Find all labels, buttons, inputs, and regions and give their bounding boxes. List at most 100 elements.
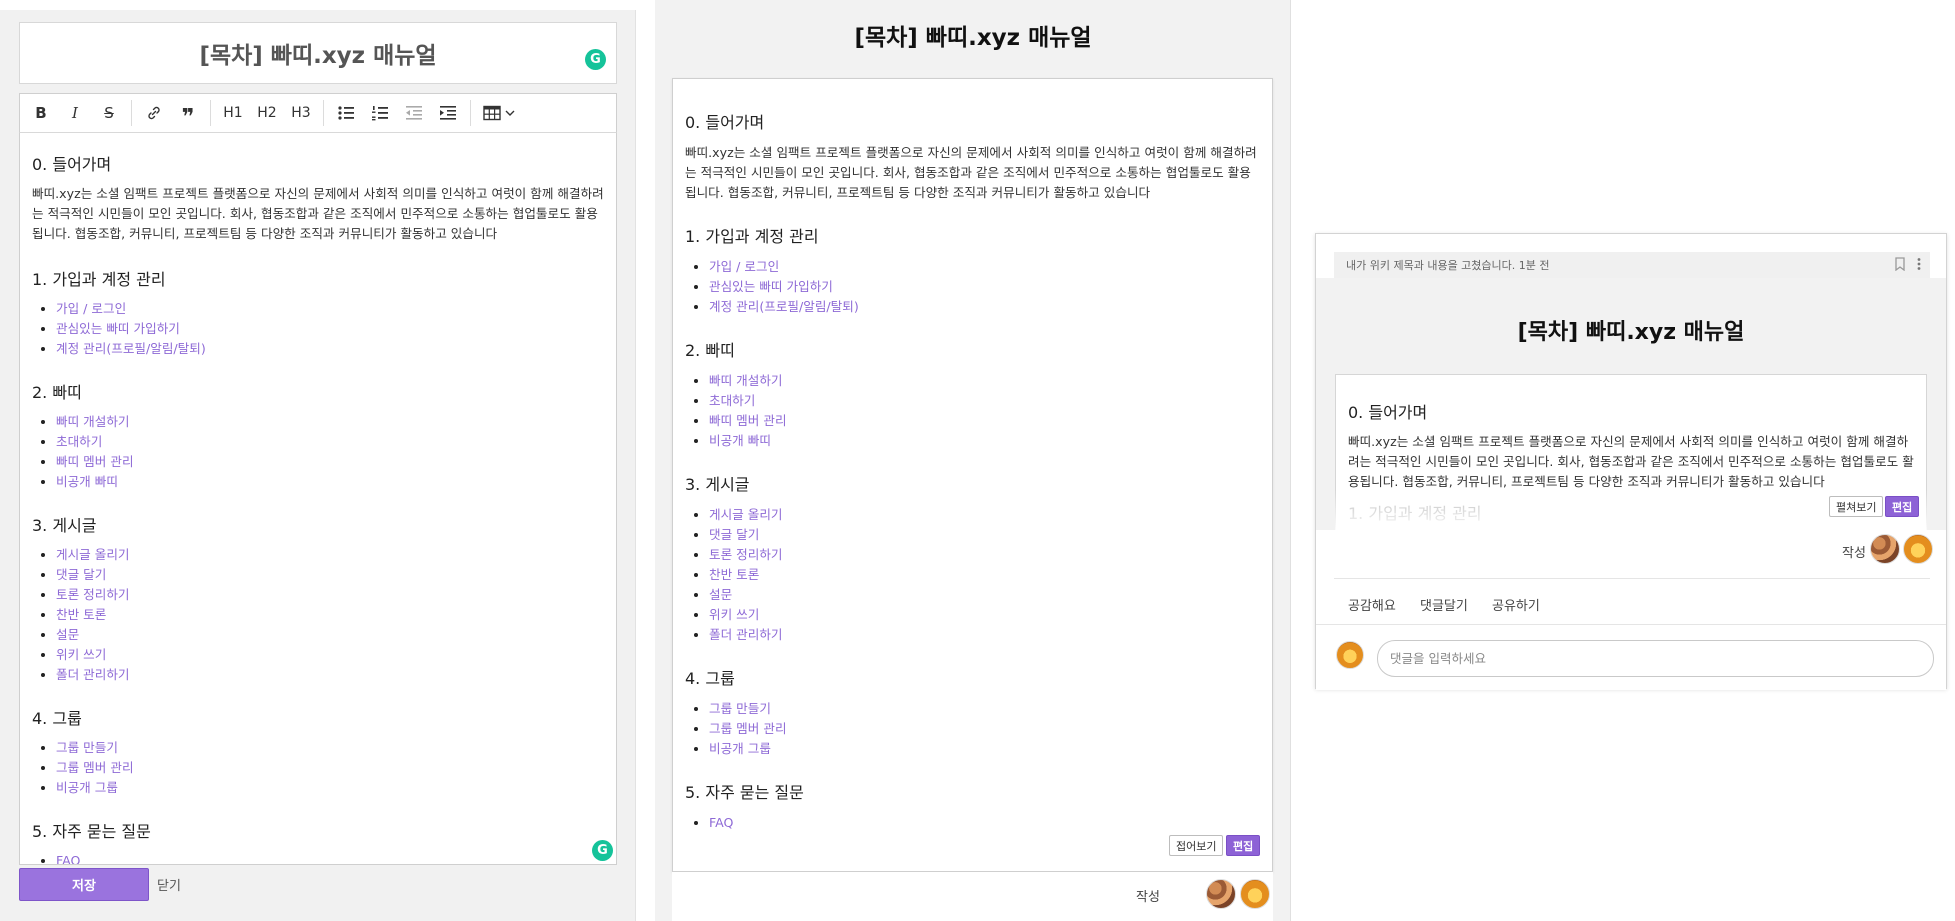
list-item: 비공개 빠띠 — [56, 472, 604, 492]
preview-card: 0. 들어가며 빠띠.xyz는 소셜 임팩트 프로젝트 플랫폼으로 자신의 문제… — [672, 78, 1273, 872]
link-button[interactable] — [137, 98, 171, 128]
section-heading: 2. 빠띠 — [685, 341, 735, 360]
list-item: 관심있는 빠띠 가입하기 — [56, 319, 604, 339]
more-vertical-icon[interactable] — [1916, 257, 1922, 271]
grammarly-icon[interactable]: G — [592, 840, 613, 861]
toc-link[interactable]: 토론 정리하기 — [709, 547, 783, 562]
notice-actions — [1894, 257, 1922, 271]
list-item: 찬반 토론 — [56, 605, 604, 625]
lion-avatar[interactable] — [1903, 534, 1933, 564]
h3-button[interactable]: H3 — [284, 98, 318, 128]
bookmark-icon[interactable] — [1894, 257, 1906, 271]
toc-link[interactable]: 비공개 빠띠 — [709, 433, 771, 448]
list-item: 빠띠 멤버 관리 — [56, 452, 604, 472]
editor-content[interactable]: 0. 들어가며 빠띠.xyz는 소셜 임팩트 프로젝트 플랫폼으로 자신의 문제… — [19, 133, 617, 865]
edit-button[interactable]: 편집 — [1885, 496, 1920, 517]
section-heading: 2. 빠띠 — [32, 383, 82, 402]
toc-link[interactable]: 토론 정리하기 — [56, 587, 130, 602]
list-item: 그룹 멤버 관리 — [709, 719, 1260, 739]
toc-link[interactable]: 찬반 토론 — [709, 567, 759, 582]
h1-button[interactable]: H1 — [216, 98, 250, 128]
toc-link[interactable]: 빠띠 개설하기 — [709, 373, 783, 388]
toc-link[interactable]: FAQ — [709, 815, 733, 830]
toc-link[interactable]: 계정 관리(프로필/알림/탈퇴) — [56, 341, 206, 356]
ordered-list-button[interactable] — [363, 98, 397, 128]
toc-link[interactable]: 초대하기 — [709, 393, 755, 408]
toc-link[interactable]: 초대하기 — [56, 434, 102, 449]
toc-link[interactable]: 빠띠 멤버 관리 — [709, 413, 787, 428]
list-item: 비공개 그룹 — [709, 739, 1260, 759]
preview-document: 0. 들어가며 빠띠.xyz는 소셜 임팩트 프로젝트 플랫폼으로 자신의 문제… — [685, 109, 1260, 833]
intro-heading: 0. 들어가며 — [32, 155, 112, 174]
section-heading: 3. 게시글 — [32, 516, 97, 535]
preview-footer: 작성 — [672, 872, 1273, 921]
toc-link[interactable]: 비공개 그룹 — [56, 780, 118, 795]
toc-link[interactable]: 그룹 만들기 — [56, 740, 118, 755]
toc-link[interactable]: 빠띠 개설하기 — [56, 414, 130, 429]
section-heading: 1. 가입과 계정 관리 — [685, 227, 819, 246]
list-item: 댓글 달기 — [56, 565, 604, 585]
lion-avatar[interactable] — [1240, 879, 1270, 909]
toc-link[interactable]: 그룹 만들기 — [709, 701, 771, 716]
toc-link[interactable]: FAQ — [56, 853, 80, 864]
like-button[interactable]: 공감해요 — [1348, 595, 1396, 614]
edit-button[interactable]: 편집 — [1226, 835, 1261, 856]
save-button[interactable]: 저장 — [19, 868, 149, 901]
toc-link[interactable]: 찬반 토론 — [56, 607, 106, 622]
intro-heading: 0. 들어가며 — [1348, 403, 1428, 422]
toc-link[interactable]: 계정 관리(프로필/알림/탈퇴) — [709, 299, 859, 314]
toolbar-divider — [470, 100, 471, 126]
list-item: 계정 관리(프로필/알림/탈퇴) — [709, 297, 1260, 317]
table-button[interactable] — [476, 98, 522, 128]
close-link[interactable]: 닫기 — [157, 875, 181, 894]
wiki-title: [목차] 빠띠.xyz 매뉴얼 — [1517, 320, 1745, 345]
italic-button[interactable]: I — [58, 98, 92, 128]
list-item: 위키 쓰기 — [56, 645, 604, 665]
section-list: 빠띠 개설하기 초대하기 빠띠 멤버 관리 비공개 빠띠 — [32, 412, 604, 492]
toc-link[interactable]: 관심있는 빠띠 가입하기 — [709, 279, 833, 294]
quote-button[interactable]: ❞ — [171, 98, 205, 130]
toc-link[interactable]: 댓글 달기 — [56, 567, 106, 582]
bullet-list-button[interactable] — [329, 98, 363, 128]
toc-link[interactable]: 빠띠 멤버 관리 — [56, 454, 134, 469]
collapse-button[interactable]: 접어보기 — [1169, 835, 1224, 856]
editor-toolbar: B I S ❞ H1 H2 H3 — [19, 93, 617, 133]
indent-button[interactable] — [431, 98, 465, 128]
toc-link[interactable]: 댓글 달기 — [709, 527, 759, 542]
toc-link[interactable]: 가입 / 로그인 — [56, 301, 126, 316]
outdent-button[interactable] — [397, 98, 431, 128]
list-item: FAQ — [709, 813, 1260, 833]
toc-link[interactable]: 게시글 올리기 — [709, 507, 783, 522]
toc-link[interactable]: 설문 — [709, 587, 732, 602]
toc-link[interactable]: 위키 쓰기 — [56, 647, 106, 662]
toc-link[interactable]: 비공개 빠띠 — [56, 474, 118, 489]
title-input[interactable]: [목차] 빠띠.xyz 매뉴얼 G — [19, 22, 617, 84]
toc-link[interactable]: 게시글 올리기 — [56, 547, 130, 562]
toc-link[interactable]: 그룹 멤버 관리 — [56, 760, 134, 775]
avatar[interactable] — [1870, 534, 1900, 564]
list-item: 설문 — [709, 585, 1260, 605]
toc-link[interactable]: 가입 / 로그인 — [709, 259, 779, 274]
comment-input[interactable] — [1377, 640, 1934, 677]
list-item: 초대하기 — [56, 432, 604, 452]
toc-link[interactable]: 폴더 관리하기 — [709, 627, 783, 642]
expand-button[interactable]: 펼쳐보기 — [1829, 496, 1884, 517]
toc-link[interactable]: 비공개 그룹 — [709, 741, 771, 756]
strikethrough-button[interactable]: S — [92, 98, 126, 128]
intro-heading: 0. 들어가며 — [685, 113, 765, 132]
toc-link[interactable]: 그룹 멤버 관리 — [709, 721, 787, 736]
preview-panel: [목차] 빠띠.xyz 매뉴얼 0. 들어가며 빠띠.xyz는 소셜 임팩트 프… — [655, 0, 1291, 921]
toc-link[interactable]: 설문 — [56, 627, 79, 642]
list-item: 게시글 올리기 — [56, 545, 604, 565]
bold-button[interactable]: B — [24, 98, 58, 128]
activity-notice: 내가 위키 제목과 내용을 고쳤습니다. 1분 전 — [1334, 252, 1930, 278]
h2-button[interactable]: H2 — [250, 98, 284, 128]
toc-link[interactable]: 폴더 관리하기 — [56, 667, 130, 682]
comment-button[interactable]: 댓글달기 — [1420, 595, 1468, 614]
section-heading: 5. 자주 묻는 질문 — [685, 783, 804, 802]
toc-link[interactable]: 관심있는 빠띠 가입하기 — [56, 321, 180, 336]
toc-link[interactable]: 위키 쓰기 — [709, 607, 759, 622]
avatar[interactable] — [1206, 879, 1236, 909]
share-button[interactable]: 공유하기 — [1492, 595, 1540, 614]
grammarly-icon[interactable]: G — [585, 49, 606, 70]
